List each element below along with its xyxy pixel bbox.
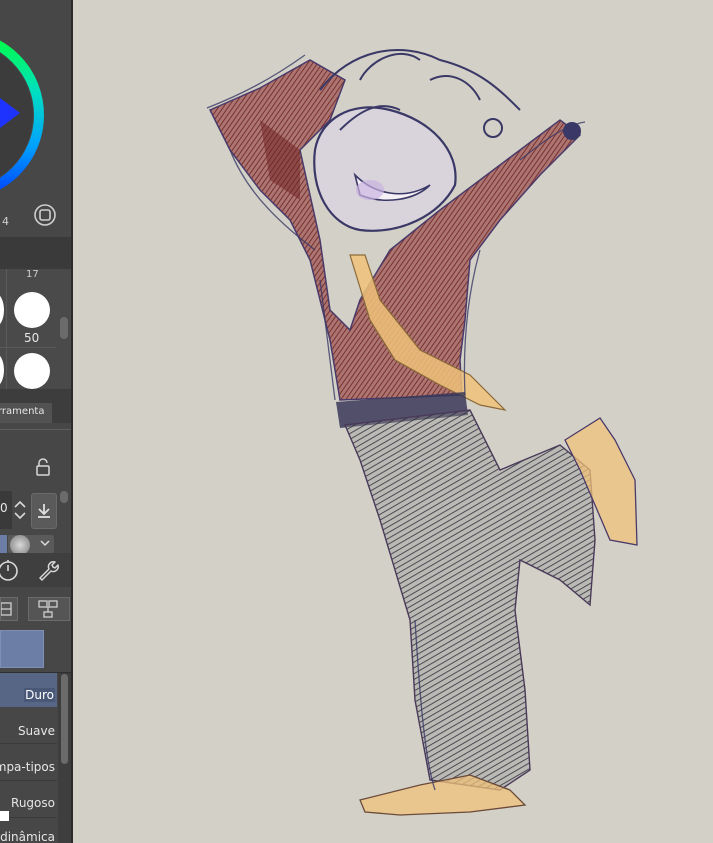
property-scrollbar[interactable] (60, 491, 68, 503)
lock-icon[interactable] (34, 458, 52, 476)
brush-size-preset[interactable] (0, 293, 4, 327)
tool-panel: 4 17 50 rramenta 0 Duro Suave mpa-tipos … (0, 0, 71, 843)
brush-size-preset[interactable] (0, 353, 4, 387)
download-icon (38, 504, 50, 518)
tab-tool-property[interactable]: rramenta (0, 403, 52, 423)
brush-size-preset-selected[interactable] (14, 292, 50, 328)
color-mode-icon[interactable] (33, 203, 57, 227)
tool-tab-bar: rramenta (0, 389, 71, 423)
brush-item-label: Duro (24, 688, 55, 702)
network-icon (38, 600, 58, 618)
property-row-border (0, 429, 71, 430)
value-field-text: 0 (0, 501, 8, 515)
brush-item[interactable]: mpa-tipos (0, 744, 57, 781)
sketch-artwork (206, 49, 638, 816)
brush-item[interactable]: Rugoso (0, 781, 57, 821)
drawing-canvas[interactable] (73, 0, 713, 843)
head-shape (313, 106, 457, 232)
subtool-bar (0, 553, 71, 587)
cheek-shape (356, 180, 384, 200)
layout-tab[interactable] (0, 597, 18, 621)
network-tab[interactable] (28, 597, 70, 621)
grid-line (6, 269, 7, 389)
brush-tip-circle (10, 535, 30, 553)
hue-marker-icon[interactable] (0, 98, 22, 128)
brush-item-label: dinâmica (0, 830, 55, 843)
brush-item[interactable]: Suave (0, 707, 57, 744)
fist-shape (563, 122, 581, 140)
tab-tool-property-label: rramenta (0, 406, 45, 417)
chevron-down-icon (40, 540, 50, 547)
layout-icon (1, 602, 12, 616)
brush-tip-preview[interactable] (8, 535, 54, 553)
timer-icon[interactable] (0, 557, 20, 583)
brush-item-label: Rugoso (11, 796, 55, 810)
subtool-group-bar (0, 587, 71, 624)
ear-shape (483, 118, 503, 138)
tool-property-section: 0 (0, 423, 71, 553)
brush-item-selected[interactable]: Duro (0, 673, 57, 707)
brush-size-preset[interactable] (14, 353, 50, 389)
stepper-icon[interactable] (12, 498, 28, 522)
brush-item[interactable]: dinâmica (0, 818, 57, 843)
brush-list: Duro Suave mpa-tipos Rugoso dinâmica (0, 624, 71, 843)
value-field[interactable]: 0 (0, 491, 12, 529)
download-button[interactable] (31, 493, 57, 529)
grid-line (0, 347, 56, 348)
brush-size-section: 17 50 (0, 269, 71, 389)
divider (0, 237, 71, 269)
brush-item-label: Suave (17, 724, 55, 738)
brush-preview-swatch (0, 535, 7, 553)
active-group-swatch[interactable] (0, 630, 44, 668)
brush-size-label: 50 (24, 331, 40, 345)
brush-size-scrollbar[interactable] (60, 317, 68, 339)
wrench-icon[interactable] (36, 558, 60, 582)
brush-list-scrollbar[interactable] (61, 674, 68, 764)
pants-shape (343, 409, 596, 791)
color-value-text: 4 (2, 215, 9, 228)
brush-item-label: mpa-tipos (0, 760, 55, 774)
brush-size-top-label: 17 (26, 269, 39, 280)
color-wheel-section: 4 (0, 0, 71, 237)
